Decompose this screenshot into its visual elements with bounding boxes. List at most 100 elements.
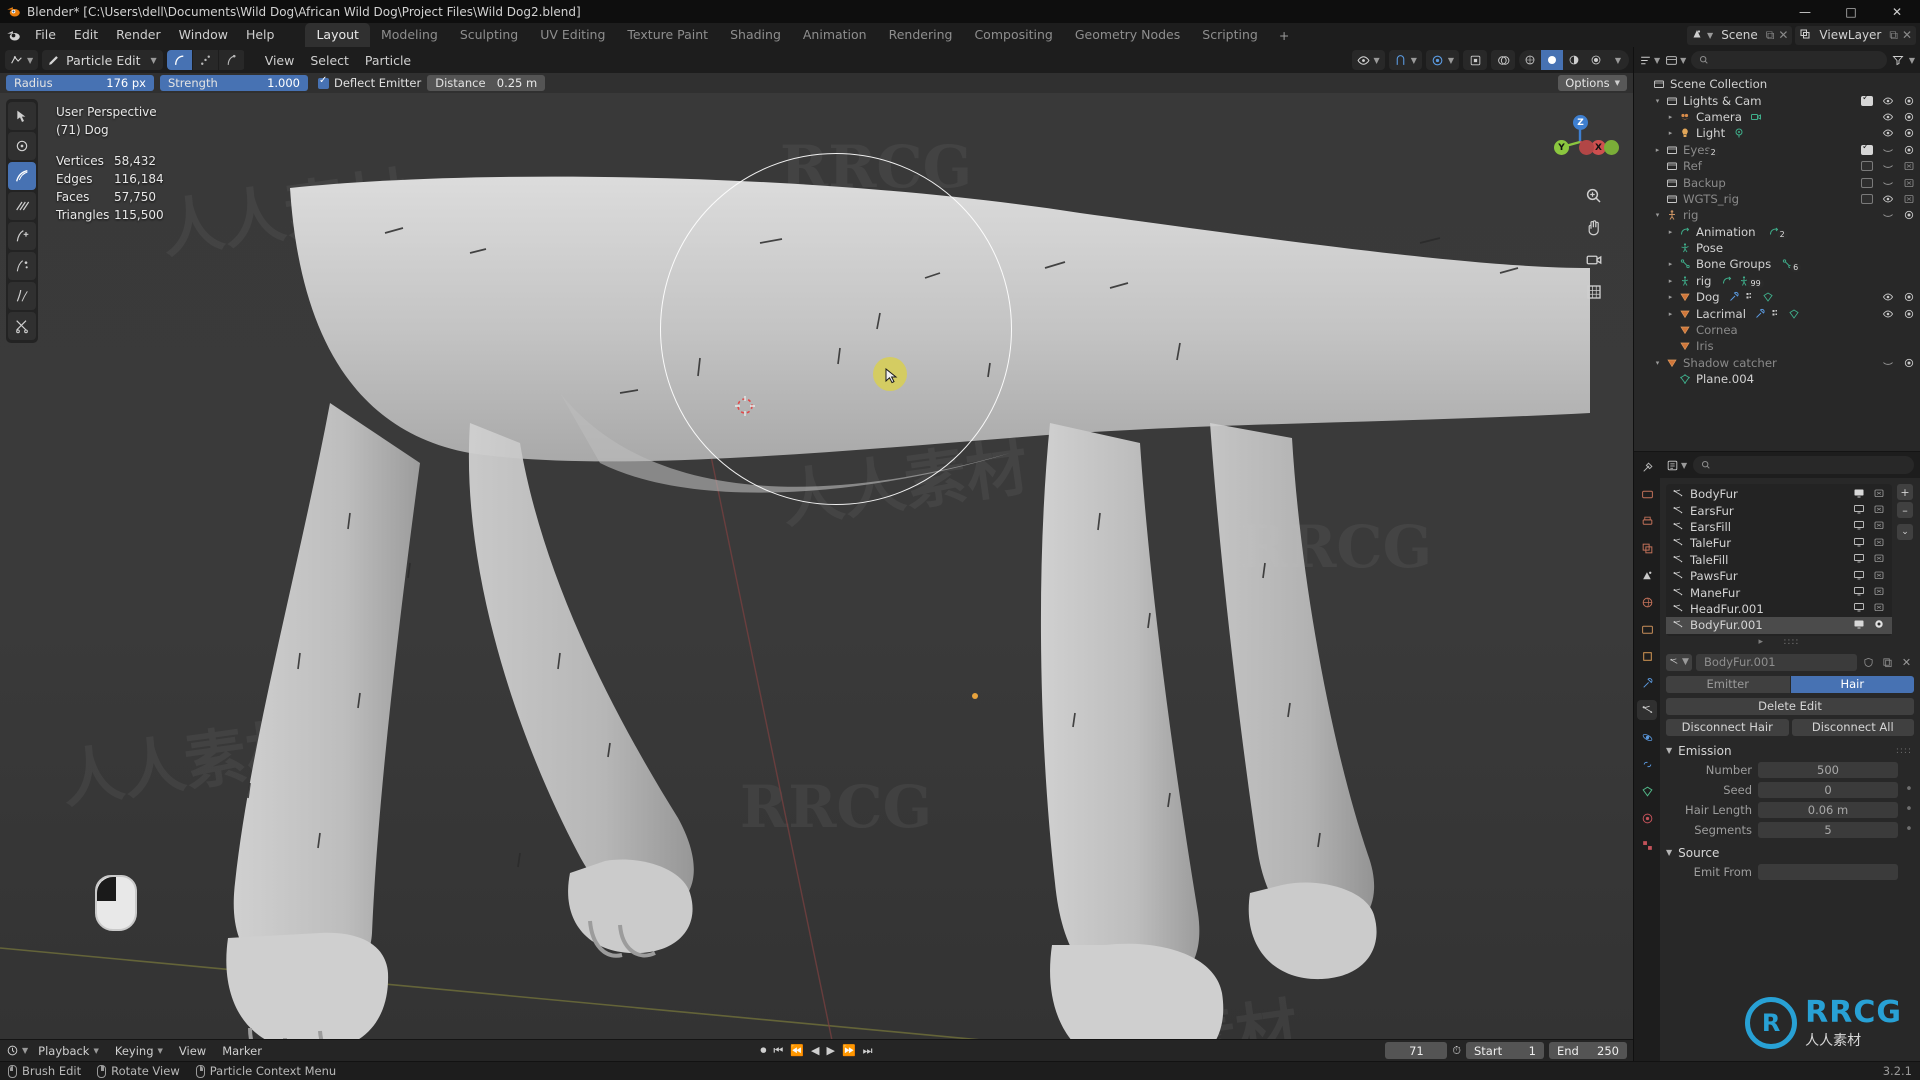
outliner-disclosure-triangle[interactable]: ▸: [1664, 129, 1677, 137]
tab-material[interactable]: [1637, 808, 1657, 828]
auto-key-icon[interactable]: ⏱: [1452, 1044, 1461, 1058]
mode-selector[interactable]: Particle Edit ▼: [42, 50, 163, 70]
tab-texture[interactable]: [1637, 835, 1657, 855]
emit-from-value[interactable]: [1758, 863, 1898, 880]
visibility-selector[interactable]: ▼: [1351, 50, 1385, 70]
outliner-camera-toggle[interactable]: [1903, 111, 1915, 123]
menu-help[interactable]: Help: [237, 23, 284, 47]
outliner-row-animation[interactable]: ▸ Animation 2: [1634, 224, 1920, 240]
outliner-eye-closed-toggle[interactable]: [1882, 177, 1894, 189]
viewport-visibility-toggle[interactable]: [1852, 585, 1866, 600]
viewport-visibility-toggle[interactable]: [1852, 601, 1866, 616]
particle-datablock-name[interactable]: BodyFur.001: [1696, 653, 1857, 671]
outliner-disclosure-triangle[interactable]: ▸: [1664, 113, 1677, 121]
shading-material-icon[interactable]: [1563, 50, 1585, 70]
render-visibility-toggle[interactable]: [1872, 503, 1886, 518]
frame-end-field[interactable]: End 250: [1549, 1042, 1627, 1059]
outliner-row-light[interactable]: ▸ Light: [1634, 125, 1920, 141]
viewlayer-selector[interactable]: ViewLayer ⧉ ✕: [1795, 25, 1916, 45]
timeline-editor-type-icon[interactable]: ▼: [6, 1044, 28, 1057]
outliner-checkbox[interactable]: [1861, 93, 1873, 106]
outliner-disclosure-triangle[interactable]: ▸: [1664, 277, 1677, 285]
viewport-visibility-toggle[interactable]: [1852, 618, 1866, 633]
previous-keyframe-icon[interactable]: ⏪: [790, 1044, 804, 1057]
tab-sculpting[interactable]: Sculpting: [449, 23, 529, 47]
render-visibility-toggle[interactable]: [1872, 519, 1886, 534]
scene-selector[interactable]: ▼ Scene ⧉ ✕: [1687, 25, 1793, 45]
particle-system-item[interactable]: TaleFur: [1666, 535, 1892, 551]
properties-search-input[interactable]: [1693, 456, 1914, 474]
outliner-disclosure-triangle[interactable]: ▾: [1651, 97, 1664, 105]
remove-particle-system-button[interactable]: –: [1897, 502, 1913, 518]
editor-type-button[interactable]: ▼: [5, 50, 39, 70]
select-tip-mode-button[interactable]: [218, 50, 245, 70]
outliner-row-wgts-rig[interactable]: WGTS_rig: [1634, 191, 1920, 207]
tab-layout[interactable]: Layout: [305, 23, 370, 47]
minimize-button[interactable]: —: [1782, 0, 1828, 23]
emission-field-value[interactable]: 500: [1758, 761, 1898, 778]
outliner-camera-toggle[interactable]: [1903, 127, 1915, 139]
outliner-row-backup[interactable]: Backup: [1634, 174, 1920, 190]
render-visibility-toggle[interactable]: [1872, 601, 1886, 616]
menu-render[interactable]: Render: [107, 23, 170, 47]
tab-particles[interactable]: [1637, 700, 1657, 720]
3d-viewport[interactable]: 人人素材 RRCG RRCG 人人素材 RRCG 人人素材 RRCG 人人素材: [0, 93, 1633, 1039]
timeline-playback-menu[interactable]: Playback ▼: [32, 1042, 105, 1059]
outliner-eye-toggle[interactable]: [1882, 291, 1894, 303]
brush-strength-field[interactable]: Strength 1.000: [160, 75, 308, 91]
tool-comb-icon[interactable]: [8, 162, 36, 190]
particle-datablock-icon[interactable]: ▼: [1666, 653, 1692, 671]
outliner-search-input[interactable]: [1691, 51, 1887, 69]
animate-property-dot[interactable]: •: [1904, 802, 1914, 817]
particle-system-item[interactable]: BodyFur.001: [1666, 617, 1892, 634]
unlink-datablock-icon[interactable]: ✕: [1899, 654, 1914, 671]
tab-rendering[interactable]: Rendering: [878, 23, 964, 47]
tab-modeling[interactable]: Modeling: [370, 23, 449, 47]
tab-object[interactable]: [1637, 646, 1657, 666]
outliner-disclosure-triangle[interactable]: ▾: [1651, 359, 1664, 367]
outliner-eye-closed-toggle[interactable]: [1882, 357, 1894, 369]
disconnect-all-button[interactable]: Disconnect All: [1791, 718, 1914, 736]
shield-fake-user-icon[interactable]: [1861, 654, 1876, 671]
outliner-eye-toggle[interactable]: [1882, 308, 1894, 320]
outliner-camera-toggle[interactable]: [1903, 291, 1915, 303]
play-reverse-icon[interactable]: ◀: [811, 1044, 819, 1057]
emission-field-value[interactable]: 5: [1758, 821, 1898, 838]
tab-texture-paint[interactable]: Texture Paint: [616, 23, 719, 47]
delete-edit-button[interactable]: Delete Edit: [1666, 697, 1914, 715]
camera-view-icon[interactable]: [1583, 249, 1605, 271]
outliner-camera-off-toggle[interactable]: [1903, 160, 1915, 172]
outliner-camera-toggle[interactable]: [1903, 95, 1915, 107]
outliner-row-plane-004[interactable]: Plane.004: [1634, 371, 1920, 387]
tool-cut-icon[interactable]: [8, 312, 36, 340]
particle-system-item[interactable]: HeadFur.001: [1666, 601, 1892, 617]
particle-system-item[interactable]: BodyFur: [1666, 486, 1892, 502]
particle-system-item[interactable]: TaleFill: [1666, 552, 1892, 568]
timeline-keying-menu[interactable]: Keying ▼: [109, 1042, 169, 1059]
outliner-row-iris[interactable]: Iris: [1634, 338, 1920, 354]
gizmo-axis-y[interactable]: Y: [1554, 140, 1569, 155]
new-scene-icon[interactable]: ⧉: [1766, 28, 1775, 43]
particle-type-emitter[interactable]: Emitter: [1666, 675, 1790, 693]
delete-viewlayer-icon[interactable]: ✕: [1902, 28, 1912, 42]
next-keyframe-icon[interactable]: ⏩: [842, 1044, 856, 1057]
outliner-eye-toggle[interactable]: [1882, 193, 1894, 205]
particle-system-item[interactable]: EarsFur: [1666, 502, 1892, 518]
outliner-camera-toggle[interactable]: [1903, 144, 1915, 156]
navigation-gizmo[interactable]: Z Y X: [1549, 111, 1619, 173]
record-keyframes-icon[interactable]: ⏺: [760, 1043, 766, 1058]
current-frame-field[interactable]: 71: [1385, 1042, 1448, 1059]
outliner-camera-toggle[interactable]: [1903, 308, 1915, 320]
viewport-visibility-toggle[interactable]: [1852, 519, 1866, 534]
menu-window[interactable]: Window: [170, 23, 237, 47]
particle-system-item[interactable]: EarsFill: [1666, 519, 1892, 535]
source-panel-header[interactable]: ▼ Source: [1666, 846, 1914, 860]
particle-system-list[interactable]: BodyFur EarsFur EarsFill TaleFur TaleFill Paw…: [1666, 484, 1892, 636]
tab-collection[interactable]: [1637, 619, 1657, 639]
viewport-visibility-toggle[interactable]: [1852, 503, 1866, 518]
outliner-eye-toggle[interactable]: [1882, 95, 1894, 107]
emission-field-value[interactable]: 0.06 m: [1758, 801, 1898, 818]
options-popover-button[interactable]: Options ▼: [1558, 75, 1627, 91]
viewport-visibility-toggle[interactable]: [1852, 569, 1866, 584]
outliner-disclosure-triangle[interactable]: ▸: [1651, 146, 1664, 154]
